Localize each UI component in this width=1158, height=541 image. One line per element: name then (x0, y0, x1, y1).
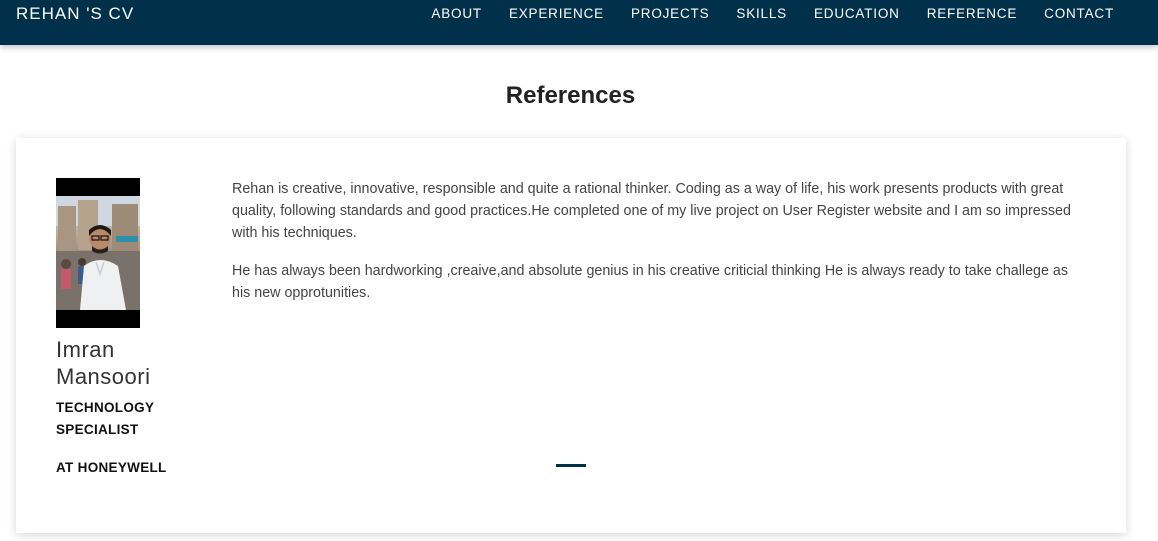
photo-image (56, 196, 140, 310)
reference-quote: Rehan is creative, innovative, responsib… (232, 178, 1082, 320)
reference-card: Imran Mansoori TECHNOLOGY SPECIALIST AT … (16, 138, 1126, 533)
reference-photo (56, 178, 140, 328)
carousel-indicator[interactable] (556, 464, 586, 467)
quote-paragraph: Rehan is creative, innovative, responsib… (232, 181, 1071, 241)
reference-company: AT HONEYWELL (56, 460, 167, 475)
section-title: References (505, 82, 636, 109)
reference-name: Imran Mansoori (56, 337, 151, 389)
brand-link[interactable]: REHAN 'S CV (16, 4, 134, 24)
nav-link-contact[interactable]: CONTACT (1044, 6, 1114, 21)
nav-link-about[interactable]: ABOUT (431, 6, 482, 21)
nav-menu: ABOUT EXPERIENCE PROJECTS SKILLS EDUCATI… (404, 6, 1114, 21)
nav-link-education[interactable]: EDUCATION (814, 6, 900, 21)
nav-link-projects[interactable]: PROJECTS (631, 6, 709, 21)
reference-role: TECHNOLOGY SPECIALIST (56, 400, 155, 437)
nav-link-experience[interactable]: EXPERIENCE (509, 6, 604, 21)
nav-link-reference[interactable]: REFERENCE (927, 6, 1017, 21)
top-navbar: REHAN 'S CV ABOUT EXPERIENCE PROJECTS SK… (0, 0, 1158, 45)
quote-paragraph: He has always been hardworking ,creaive,… (232, 263, 1069, 301)
nav-link-skills[interactable]: SKILLS (736, 6, 787, 21)
